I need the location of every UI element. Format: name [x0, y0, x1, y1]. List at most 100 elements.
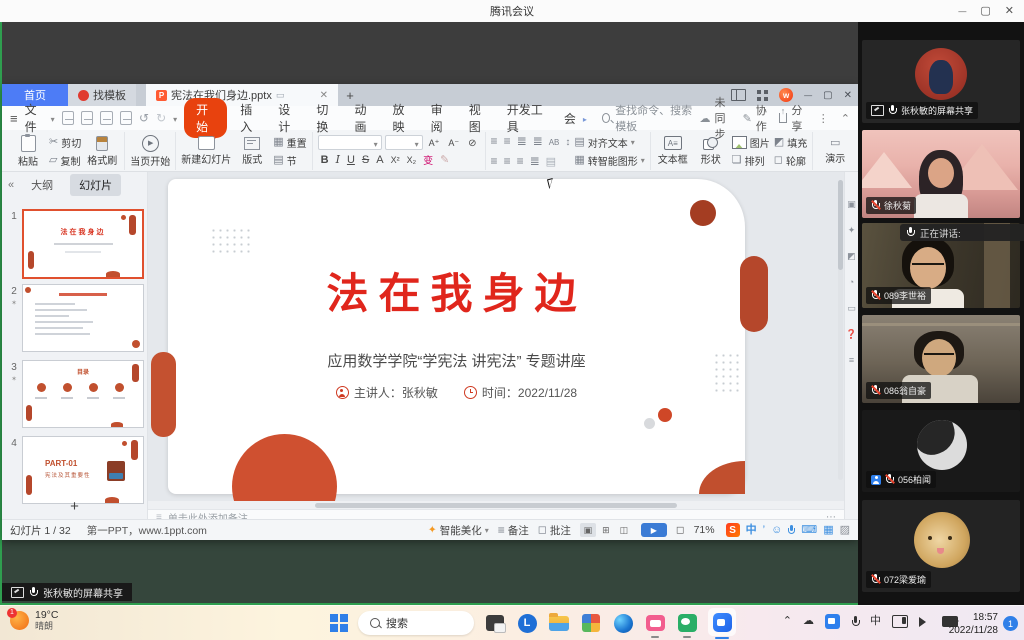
taskbar-search[interactable]: 搜索 [358, 611, 474, 635]
decrease-font-button[interactable] [445, 137, 462, 149]
edge-browser-button[interactable] [612, 612, 634, 634]
more-menu-icon[interactable] [818, 112, 829, 125]
participant-tile[interactable]: 徐秋菊 [862, 130, 1020, 218]
print-icon[interactable] [100, 111, 112, 125]
smart-graphic-button[interactable]: 转智能图形 [574, 153, 644, 168]
tab-member[interactable]: 会 [558, 110, 576, 127]
meeting-app-button[interactable] [708, 608, 736, 636]
export-icon[interactable] [81, 111, 93, 125]
font-color-button[interactable] [373, 154, 386, 166]
help-panel-icon[interactable]: ❓ [846, 330, 857, 339]
tray-display-icon[interactable] [892, 615, 908, 628]
slide-subtitle[interactable]: 应用数学学院“学宪法 讲宪法” 专题讲座 [168, 350, 745, 371]
superscript-button[interactable] [388, 154, 403, 166]
animation-panel-icon[interactable]: ✦ [848, 226, 856, 235]
properties-panel-icon[interactable]: ▣ [847, 200, 856, 209]
command-search[interactable]: 查找命令、搜索模板 [602, 102, 693, 134]
tab-animation[interactable]: 动画 [348, 101, 379, 135]
undo-icon[interactable] [139, 111, 149, 125]
lenovo-app-button[interactable] [516, 612, 538, 634]
reading-view-icon[interactable]: ◫ [616, 523, 632, 537]
sync-status[interactable]: 未同步 [700, 94, 731, 142]
thumbnail-canvas[interactable]: PART-01 宪法及其重要性 [22, 436, 144, 504]
hamburger-icon[interactable] [10, 111, 18, 126]
tray-cloud-icon[interactable] [803, 616, 814, 627]
thumbnail-canvas[interactable]: 目录 [22, 360, 144, 428]
vertical-scrollbar-thumb[interactable] [838, 180, 843, 270]
tab-view[interactable]: 视图 [463, 101, 494, 135]
redo-icon[interactable] [156, 111, 166, 125]
slide-thumbnail-2[interactable]: 2 [6, 284, 144, 352]
tray-ime-indicator[interactable]: 中 [870, 616, 881, 627]
bold-button[interactable] [318, 154, 332, 166]
tab-design[interactable]: 设计 [272, 101, 303, 135]
tab-slides[interactable]: 幻灯片 [70, 174, 121, 196]
thumbnail-canvas[interactable] [22, 284, 144, 352]
wechat-button[interactable] [676, 612, 698, 634]
layout-button[interactable]: 版式 [235, 137, 269, 166]
participant-tile[interactable]: 072梁爱瑜 [862, 500, 1020, 592]
save-icon[interactable] [62, 111, 74, 125]
slide-thumbnail-1[interactable]: 1 法在我身边 [6, 209, 144, 279]
menu-file[interactable]: 文件 [25, 101, 44, 135]
font-name-select[interactable] [318, 135, 382, 150]
normal-view-icon[interactable]: ▣ [580, 523, 596, 537]
copy-button[interactable]: 复制 [49, 153, 81, 168]
beautify-button[interactable]: 智能美化 [428, 523, 489, 538]
taskbar-clock[interactable]: 18:57 2022/11/28 [949, 611, 998, 637]
task-view-button[interactable] [484, 612, 506, 634]
ime-toolbox-icon[interactable] [840, 525, 850, 536]
tab-devtools[interactable]: 开发工具 [501, 101, 551, 135]
comments-button[interactable]: 批注 [538, 523, 571, 538]
participant-tile[interactable]: 086翁自豪 [862, 315, 1020, 403]
fit-slide-icon[interactable] [676, 524, 685, 536]
clear-format-button[interactable] [465, 137, 479, 149]
tab-review[interactable]: 审阅 [425, 101, 456, 135]
section-button[interactable]: 节 [273, 153, 306, 168]
maximize-icon[interactable] [980, 0, 990, 22]
add-slide-button[interactable] [2, 498, 147, 515]
tab-templates[interactable]: 找模板 [68, 84, 136, 106]
participant-tile[interactable]: 056柏闻 [862, 410, 1020, 492]
sogou-logo-icon[interactable] [726, 523, 740, 537]
slideshow-play-button[interactable] [641, 523, 667, 537]
print-preview-icon[interactable] [120, 111, 132, 125]
tab-slideshow[interactable]: 放映 [387, 101, 418, 135]
text-effect-button[interactable] [420, 152, 436, 167]
font-size-select[interactable] [385, 135, 423, 150]
distribute-button[interactable] [546, 152, 556, 170]
line-spacing-button[interactable] [565, 132, 570, 150]
subscript-button[interactable] [404, 154, 420, 166]
tab-insert[interactable]: 插入 [234, 101, 265, 135]
reset-button[interactable]: 重置 [273, 135, 306, 150]
start-button[interactable] [330, 614, 348, 632]
slide-canvas[interactable]: 法在我身边 应用数学学院“学宪法 讲宪法” 专题讲座 主讲人：张秋敏 时间：20… [148, 172, 844, 501]
align-right-button[interactable] [517, 152, 524, 170]
minimize-icon[interactable] [958, 0, 966, 23]
slide-thumbnail-4[interactable]: 4 PART-01 宪法及其重要性 [6, 436, 144, 504]
textbox-button[interactable]: 文本框 [656, 136, 690, 166]
tray-meeting-icon[interactable] [825, 614, 840, 629]
thumbnail-canvas[interactable]: 法在我身边 [22, 209, 144, 279]
share-button[interactable]: 分享 [779, 102, 806, 134]
file-caret-icon[interactable] [51, 111, 55, 125]
participant-tile-share[interactable]: 张秋敏的屏幕共享 [862, 40, 1020, 123]
outline-button[interactable]: 轮廓 [774, 153, 807, 168]
close-document-icon[interactable] [320, 90, 328, 101]
tab-start[interactable]: 开始 [184, 98, 227, 138]
ime-emoji-icon[interactable] [771, 525, 782, 536]
tray-volume-icon[interactable] [919, 617, 931, 627]
ime-mode-icon[interactable]: 中 [746, 525, 757, 536]
tray-mic-icon[interactable] [851, 616, 859, 628]
italic-button[interactable] [333, 153, 343, 166]
slide-info-row[interactable]: 主讲人：张秋敏 时间：2022/11/28 [168, 384, 745, 401]
underline-button[interactable] [344, 154, 358, 166]
paste-button[interactable]: 粘贴 [11, 135, 45, 168]
tab-transition[interactable]: 切换 [310, 101, 341, 135]
ime-punct-icon[interactable] [763, 525, 765, 536]
tab-outline[interactable]: 大纲 [22, 174, 62, 196]
collapse-ribbon-icon[interactable] [841, 112, 850, 125]
ime-skin-icon[interactable] [823, 525, 833, 536]
align-text-button[interactable]: 对齐文本 [574, 135, 644, 150]
ime-keyboard-icon[interactable] [801, 525, 817, 536]
